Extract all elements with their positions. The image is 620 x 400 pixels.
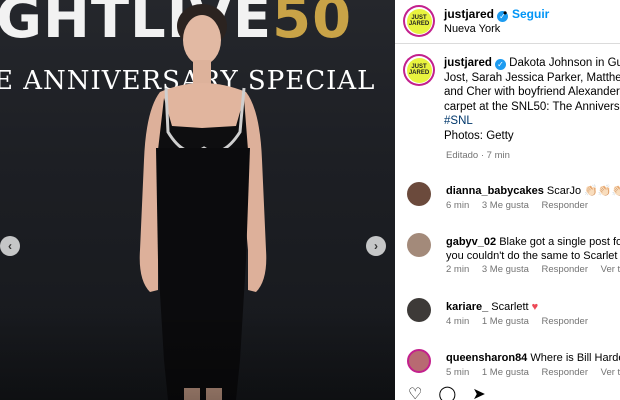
- commenter-username[interactable]: dianna_babycakes: [446, 185, 544, 197]
- comment-likes[interactable]: 3 Me gusta: [482, 264, 529, 275]
- comment-bubble-icon[interactable]: ◯: [438, 387, 456, 400]
- heart-icon: ♥: [531, 301, 539, 313]
- commenter-avatar[interactable]: [407, 349, 431, 373]
- justjared-logo: JUST JARED: [406, 57, 432, 83]
- comment-time: 6 min: [446, 200, 470, 211]
- comment-item: dianna_babycakes ScarJo 👏🏻👏🏻👏🏻 6 min 3 M…: [395, 178, 620, 228]
- reply-button[interactable]: Responder: [542, 264, 588, 275]
- justjared-logo: JUST JARED: [406, 8, 432, 34]
- post-header: JUST JARED justjared ✓ • Seguir Nueva Yor…: [395, 0, 620, 44]
- post-action-bar: ♡ ◯ ➤: [408, 387, 486, 400]
- caption-text: justjared✓ Dakota Johnson in Gucci, Jost…: [444, 56, 620, 143]
- justjared-avatar[interactable]: JUST JARED: [403, 5, 435, 37]
- see-translation-button[interactable]: Ver trad: [601, 367, 620, 378]
- comment-body: queensharon84 Where is Bill Harder: [446, 352, 620, 364]
- comment-time: 5 min: [446, 367, 470, 378]
- comment-actions: 6 min 3 Me gusta Responder: [446, 200, 598, 211]
- post-photo: GHTLIVE50 E ANNIVERSARY SPECIAL ‹ ›: [0, 0, 395, 400]
- chevron-right-icon: ›: [374, 239, 378, 253]
- next-photo-button[interactable]: ›: [366, 236, 386, 256]
- caption-avatar[interactable]: JUST JARED: [403, 54, 435, 86]
- comment-time: 2 min: [446, 264, 470, 275]
- comment-actions: 2 min 3 Me gusta Responder Ver trad: [446, 264, 620, 275]
- photo-credit: Photos: Getty: [444, 129, 514, 142]
- comment-time: 4 min: [446, 316, 470, 327]
- comment-item: kariare_ Scarlett ♥ 4 min 1 Me gusta Res…: [395, 294, 620, 344]
- reply-button[interactable]: Responder: [542, 367, 588, 378]
- comment-item: gabyv_02 Blake got a single post for you…: [395, 229, 620, 279]
- header-separator: •: [503, 6, 508, 20]
- commenter-avatar[interactable]: [407, 182, 431, 206]
- reply-button[interactable]: Responder: [542, 316, 588, 327]
- post-author-username[interactable]: justjared ✓: [444, 7, 509, 22]
- like-heart-icon[interactable]: ♡: [408, 387, 422, 400]
- commenter-username[interactable]: queensharon84: [446, 352, 527, 364]
- comment-actions: 4 min 1 Me gusta Responder: [446, 316, 598, 327]
- comment-body: dianna_babycakes ScarJo 👏🏻👏🏻👏🏻: [446, 185, 620, 197]
- post-location[interactable]: Nueva York: [444, 23, 500, 35]
- commenter-avatar[interactable]: [407, 233, 431, 257]
- share-send-icon[interactable]: ➤: [472, 387, 485, 400]
- comment-body: gabyv_02 Blake got a single post for you…: [446, 236, 620, 262]
- edited-timestamp: Editado · 7 min: [446, 150, 510, 161]
- comment-likes[interactable]: 1 Me gusta: [482, 367, 529, 378]
- chevron-left-icon: ‹: [8, 239, 12, 253]
- reply-button[interactable]: Responder: [542, 200, 588, 211]
- commenter-username[interactable]: kariare_: [446, 301, 488, 313]
- commenter-avatar[interactable]: [407, 298, 431, 322]
- photo-floor-shadow: [0, 310, 395, 400]
- comment-likes[interactable]: 3 Me gusta: [482, 200, 529, 211]
- see-translation-button[interactable]: Ver trad: [601, 264, 620, 275]
- comment-actions: 5 min 1 Me gusta Responder Ver trad: [446, 367, 620, 378]
- previous-photo-button[interactable]: ‹: [0, 236, 20, 256]
- verified-badge-icon: ✓: [494, 59, 506, 70]
- commenter-username[interactable]: gabyv_02: [446, 236, 496, 248]
- post-caption: JUST JARED justjared ✓ Dakota Johnson in …: [395, 44, 620, 166]
- hashtag-link[interactable]: #SNL: [444, 114, 620, 129]
- follow-button[interactable]: Seguir: [512, 7, 549, 21]
- comment-body: kariare_ Scarlett ♥: [446, 301, 539, 313]
- caption-username[interactable]: justjared: [444, 57, 492, 69]
- comment-likes[interactable]: 1 Me gusta: [482, 316, 529, 327]
